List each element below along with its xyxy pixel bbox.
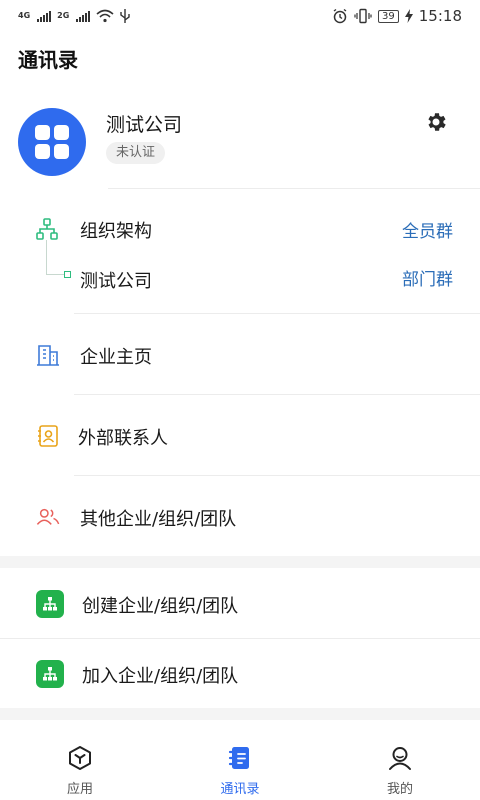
- tree-node-marker: [64, 271, 71, 278]
- tree-line-horizontal: [46, 274, 64, 275]
- charging-icon: [404, 9, 413, 23]
- external-contacts-item[interactable]: 外部联系人: [78, 424, 168, 450]
- department-label[interactable]: 测试公司: [80, 267, 152, 293]
- status-right: 39 15:18: [332, 7, 462, 25]
- department-group-link[interactable]: 部门群: [402, 265, 453, 290]
- people-icon: [36, 508, 60, 525]
- section-gap-2: [0, 708, 480, 720]
- network-type-2: 2G: [57, 11, 70, 20]
- building-icon: [37, 345, 59, 366]
- signal-icon-2: [76, 10, 91, 22]
- network-type-1: 4G: [18, 11, 31, 20]
- alarm-icon: [333, 8, 347, 24]
- divider-contacts: [74, 475, 480, 476]
- section-gap-1: [0, 556, 480, 568]
- status-left: 4G 2G: [18, 8, 130, 24]
- wifi-icon: [96, 9, 114, 23]
- enterprise-homepage-item[interactable]: 企业主页: [80, 343, 152, 369]
- usb-icon: [120, 9, 130, 23]
- nav-apps-label: 应用: [66, 782, 93, 797]
- nav-contacts[interactable]: 通讯录: [160, 720, 320, 800]
- nav-me-label: 我的: [386, 782, 413, 797]
- status-bar: 4G 2G 39 15:18: [0, 0, 480, 32]
- create-org-icon: [36, 590, 64, 618]
- vibrate-icon: [354, 8, 372, 24]
- contact-book-icon: [38, 425, 58, 447]
- grid-icon: [35, 125, 69, 159]
- other-orgs-item[interactable]: 其他企业/组织/团队: [80, 505, 236, 531]
- battery-indicator: 39: [378, 9, 399, 23]
- join-org-icon: [36, 660, 64, 688]
- divider-org: [74, 313, 480, 314]
- bottom-nav: 应用 通讯录 我的: [0, 720, 480, 800]
- contacts-book-icon: [228, 747, 249, 769]
- status-time: 15:18: [418, 7, 462, 25]
- divider-create: [0, 638, 480, 639]
- divider-homepage: [74, 394, 480, 395]
- nav-contacts-label: 通讯录: [220, 782, 260, 797]
- all-members-group-link[interactable]: 全员群: [402, 217, 453, 242]
- nav-apps[interactable]: 应用: [0, 720, 160, 800]
- company-header[interactable]: 测试公司 未认证: [0, 100, 480, 186]
- page-title: 通讯录: [18, 48, 78, 72]
- company-name: 测试公司: [106, 114, 183, 136]
- divider-company: [108, 188, 480, 189]
- settings-gear-icon[interactable]: [424, 110, 448, 134]
- create-org-item[interactable]: 创建企业/组织/团队: [82, 592, 238, 618]
- org-structure-label[interactable]: 组织架构: [80, 217, 152, 243]
- certification-badge: 未认证: [106, 142, 166, 164]
- company-avatar[interactable]: [18, 108, 86, 176]
- join-org-item[interactable]: 加入企业/组织/团队: [82, 662, 238, 688]
- signal-icon-1: [37, 10, 52, 22]
- org-structure-icon: [36, 218, 58, 240]
- user-icon: [389, 747, 411, 770]
- apps-cube-icon: [69, 746, 91, 770]
- nav-me[interactable]: 我的: [320, 720, 480, 800]
- tree-line-vertical: [46, 240, 47, 274]
